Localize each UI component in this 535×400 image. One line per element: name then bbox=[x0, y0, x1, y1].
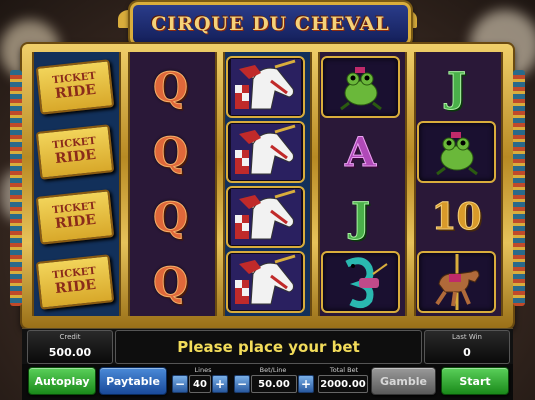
card-symbol: J bbox=[321, 186, 400, 248]
frog-symbol bbox=[417, 121, 496, 183]
card-symbol: J bbox=[417, 56, 496, 118]
horse-head-icon bbox=[226, 121, 305, 183]
ticket-to-ride-symbol: TICKET RIDE bbox=[35, 186, 114, 248]
total-bet-label: Total Bet bbox=[329, 366, 359, 374]
last-win-value: 0 bbox=[463, 346, 471, 359]
frog-icon bbox=[417, 121, 496, 183]
credit-display: Credit 500.00 bbox=[27, 330, 113, 364]
total-bet-value: 2000.00 bbox=[318, 375, 368, 393]
carousel-horse-symbol bbox=[417, 251, 496, 313]
carousel-horse-icon bbox=[417, 251, 496, 313]
ticket-to-ride-symbol: TICKET RIDE bbox=[35, 251, 114, 313]
lines-value: 40 bbox=[189, 375, 211, 393]
bet-line-decrease-button[interactable]: − bbox=[234, 375, 250, 393]
ticket-line-2: RIDE bbox=[53, 146, 97, 167]
last-win-display: Last Win 0 bbox=[424, 330, 510, 364]
horse-head-symbol bbox=[226, 121, 305, 183]
horse-head-icon bbox=[226, 251, 305, 313]
card-symbol-label: 10 bbox=[431, 196, 482, 239]
lines-increase-button[interactable]: + bbox=[212, 375, 228, 393]
frog-symbol bbox=[321, 56, 400, 118]
horse-head-symbol bbox=[226, 251, 305, 313]
card-symbol-label: J bbox=[447, 63, 467, 111]
ticket-to-ride-symbol: TICKET RIDE bbox=[35, 121, 114, 183]
card-symbol: Q bbox=[131, 186, 210, 248]
ticket-icon: TICKET RIDE bbox=[35, 59, 114, 115]
frog-icon bbox=[321, 56, 400, 118]
card-symbol: 10 bbox=[417, 186, 496, 248]
autoplay-button[interactable]: Autoplay bbox=[28, 367, 96, 395]
game-logo: CIRQUE DU CHEVAL bbox=[130, 2, 411, 46]
card-symbol-label: A bbox=[344, 128, 377, 176]
bet-line-label: Bet/Line bbox=[259, 366, 287, 374]
status-message: Please place your bet bbox=[115, 330, 422, 364]
side-decoration-left bbox=[10, 70, 22, 306]
card-symbol-label: J bbox=[351, 193, 371, 241]
card-symbol-label: Q bbox=[153, 63, 189, 111]
paytable-button[interactable]: Paytable bbox=[99, 367, 167, 395]
ticket-icon: TICKET RIDE bbox=[35, 124, 114, 180]
card-symbol: Q bbox=[131, 121, 210, 183]
ticket-to-ride-symbol: TICKET RIDE bbox=[35, 56, 114, 118]
ticket-line-2: RIDE bbox=[53, 81, 97, 102]
ticket-icon: TICKET RIDE bbox=[35, 254, 114, 310]
ticket-line-2: RIDE bbox=[53, 276, 97, 297]
seahorse-icon bbox=[321, 251, 400, 313]
card-symbol-label: Q bbox=[153, 193, 189, 241]
game-title: CIRQUE DU CHEVAL bbox=[151, 13, 390, 35]
bet-line-increase-button[interactable]: + bbox=[298, 375, 314, 393]
card-symbol-label: Q bbox=[153, 258, 189, 306]
card-symbol: Q bbox=[131, 251, 210, 313]
last-win-label: Last Win bbox=[452, 333, 482, 341]
seahorse-symbol bbox=[321, 251, 400, 313]
horse-head-symbol bbox=[226, 186, 305, 248]
lines-label: Lines bbox=[194, 366, 212, 374]
horse-head-icon bbox=[226, 186, 305, 248]
bet-line-value: 50.00 bbox=[251, 375, 297, 393]
card-symbol: A bbox=[321, 121, 400, 183]
side-decoration-right bbox=[513, 70, 525, 306]
card-symbol-label: Q bbox=[153, 128, 189, 176]
gamble-button[interactable]: Gamble bbox=[371, 367, 436, 395]
credit-label: Credit bbox=[59, 333, 81, 341]
ticket-icon: TICKET RIDE bbox=[35, 189, 114, 245]
horse-head-icon bbox=[226, 56, 305, 118]
ticket-line-2: RIDE bbox=[53, 211, 97, 232]
lines-decrease-button[interactable]: − bbox=[172, 375, 188, 393]
credit-value: 500.00 bbox=[48, 346, 92, 359]
start-button[interactable]: Start bbox=[441, 367, 509, 395]
card-symbol: Q bbox=[131, 56, 210, 118]
horse-head-symbol bbox=[226, 56, 305, 118]
